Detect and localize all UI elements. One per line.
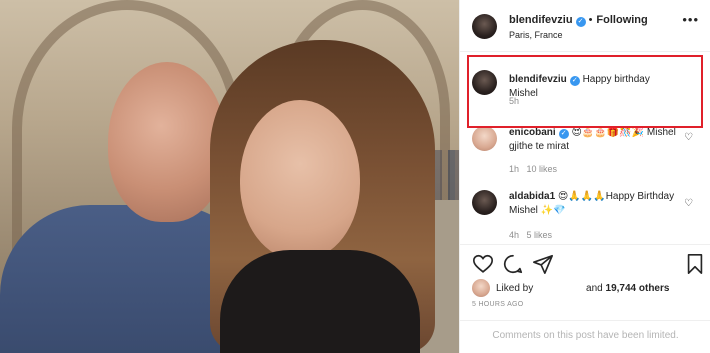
comment-meta: 4h 5 likes: [509, 230, 552, 240]
man-face: [108, 62, 226, 222]
author-line: blendifevziu ✓ • Following: [509, 14, 648, 27]
likes-summary[interactable]: Liked by and 19,744 others: [472, 279, 669, 297]
separator-dot: •: [588, 14, 593, 26]
bookmark-icon[interactable]: [684, 253, 706, 275]
author-username[interactable]: blendifevziu: [509, 14, 573, 26]
post-timestamp[interactable]: 5 HOURS AGO: [472, 301, 524, 308]
post-header: blendifevziu ✓ • Following Paris, France ••…: [460, 0, 710, 52]
post-location[interactable]: Paris, France: [509, 30, 563, 40]
verified-icon: ✓: [575, 17, 586, 27]
heart-icon[interactable]: [472, 253, 494, 275]
comment-likes[interactable]: 5 likes: [527, 230, 553, 240]
post-actions: Liked by and 19,744 others 5 HOURS AGO C…: [460, 244, 710, 353]
following-button[interactable]: Following: [596, 14, 647, 26]
likes-and: and: [586, 282, 603, 294]
comment-heart-icon[interactable]: ♡: [684, 132, 693, 143]
likes-count[interactable]: 19,744 others: [606, 283, 670, 294]
comment-time: 1h: [509, 164, 520, 174]
liker-avatar: [472, 279, 490, 297]
verified-icon: ✓: [558, 129, 569, 139]
post-photo[interactable]: [0, 0, 459, 353]
comment-username[interactable]: aldabida1: [509, 191, 555, 202]
comment-meta: 1h 10 likes: [509, 164, 557, 174]
comment-icon[interactable]: [502, 253, 524, 275]
comment-avatar[interactable]: [472, 190, 497, 215]
comment-likes[interactable]: 10 likes: [527, 164, 558, 174]
post-side-panel: blendifevziu ✓ • Following Paris, France ••…: [459, 0, 710, 353]
comment-avatar[interactable]: [472, 126, 497, 151]
author-avatar[interactable]: [472, 14, 497, 39]
comment-text: enicobani ✓ 😍🎂🎂🎁🎊🎉 Mishel gjithe te mirat: [509, 126, 681, 154]
likes-prefix: Liked by: [496, 282, 534, 294]
woman-top: [220, 250, 420, 353]
comment-time: 4h: [509, 230, 520, 240]
woman-face: [240, 100, 360, 260]
comment-username[interactable]: enicobani: [509, 127, 556, 138]
comment-heart-icon[interactable]: ♡: [684, 198, 693, 209]
share-icon[interactable]: [532, 253, 554, 275]
comments-limited-notice: Comments on this post have been limited.: [460, 320, 710, 353]
comment-text: aldabida1 😍🙏🙏🙏Happy Birthday Mishel ✨💎: [509, 190, 681, 218]
highlight-box: [467, 55, 703, 128]
more-icon[interactable]: •••: [682, 12, 699, 27]
